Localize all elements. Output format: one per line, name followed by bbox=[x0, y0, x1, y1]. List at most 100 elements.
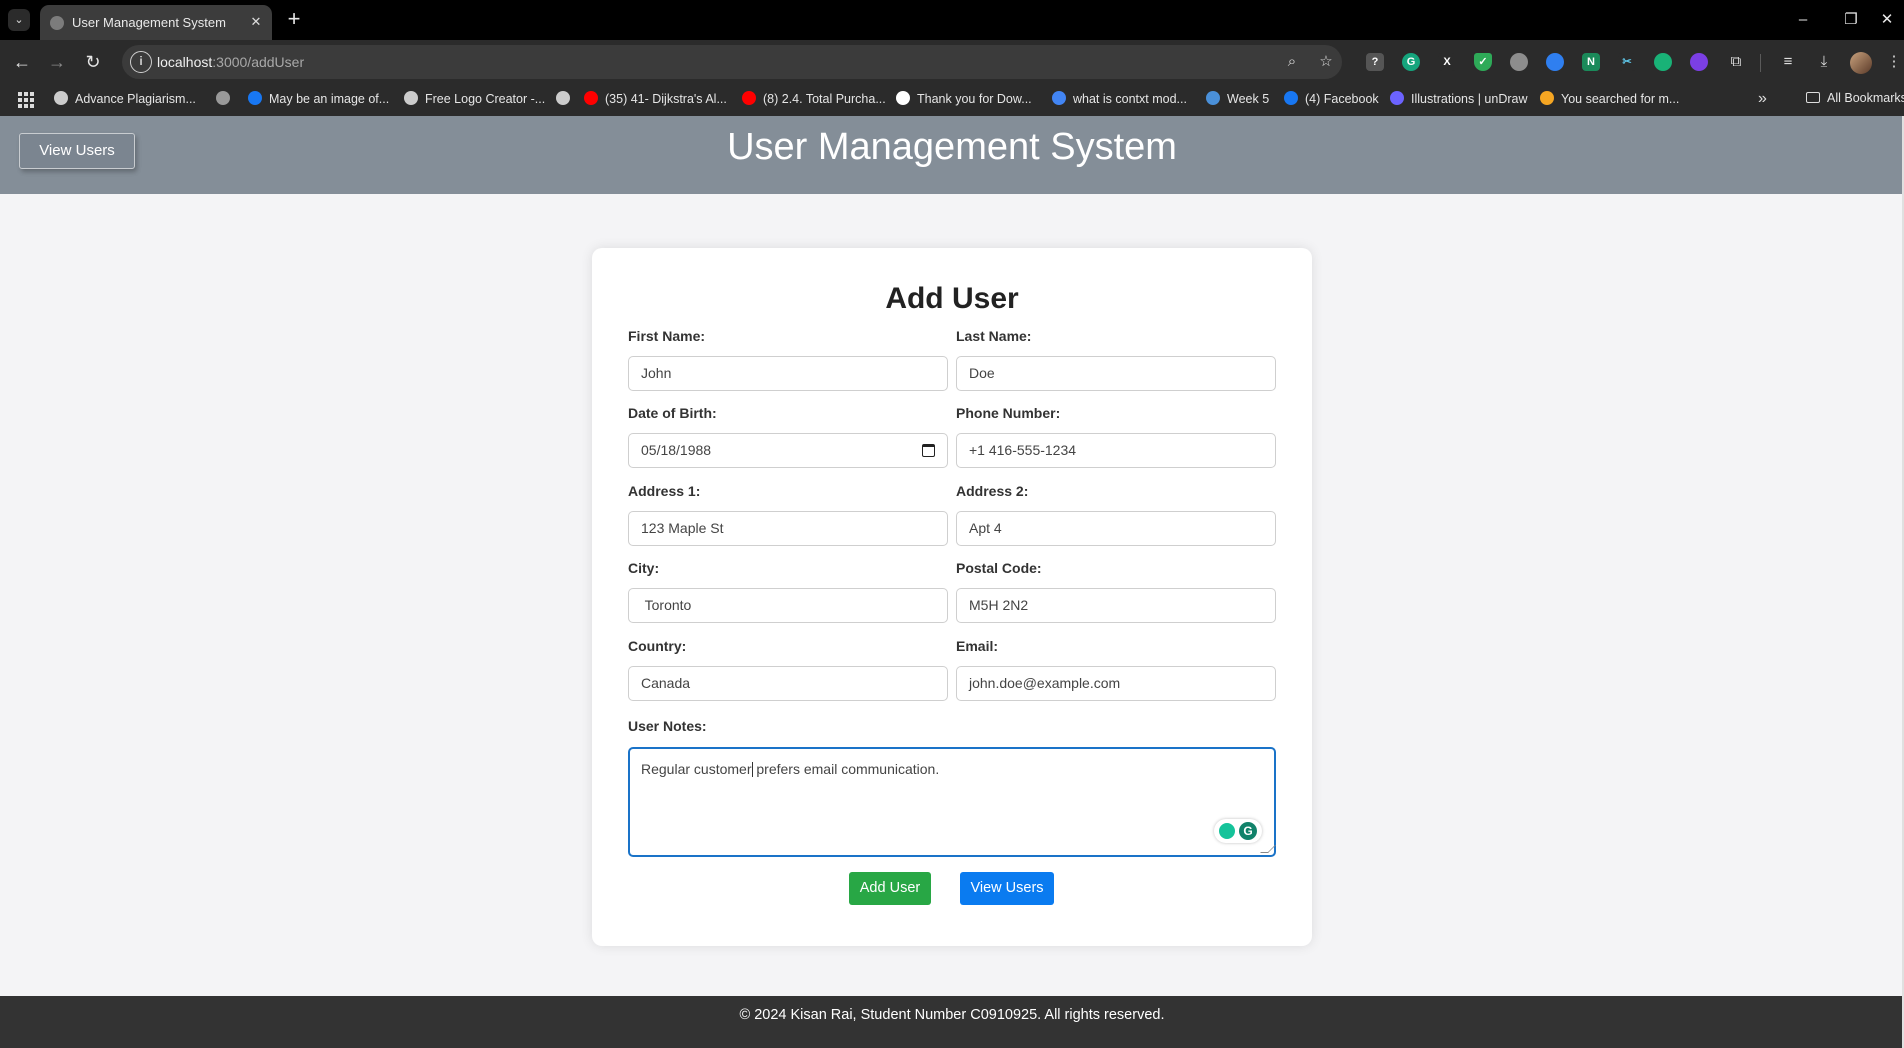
email-input[interactable]: john.doe@example.com bbox=[956, 666, 1276, 701]
extension-help-icon[interactable]: ? bbox=[1366, 53, 1384, 71]
add-user-button[interactable]: Add User bbox=[849, 872, 931, 905]
restore-button[interactable]: ❐ bbox=[1836, 7, 1866, 33]
last-name-group: Last Name: Doe bbox=[956, 328, 1276, 391]
blue-extension-icon[interactable] bbox=[1546, 53, 1564, 71]
lightbulb-icon[interactable] bbox=[1219, 823, 1235, 839]
email-label: Email: bbox=[956, 638, 999, 654]
tab-close-icon[interactable]: ✕ bbox=[246, 12, 266, 32]
notes-textarea[interactable]: Regular customer prefers email communica… bbox=[628, 747, 1276, 857]
postal-label: Postal Code: bbox=[956, 560, 1042, 576]
shield-extension-icon[interactable]: ✓ bbox=[1474, 53, 1492, 71]
more-bookmarks-icon[interactable]: » bbox=[1758, 90, 1767, 108]
bookmark-label: Illustrations | unDraw bbox=[1411, 92, 1528, 106]
last-name-input[interactable]: Doe bbox=[956, 356, 1276, 391]
zoom-icon[interactable]: ⌕ bbox=[1282, 52, 1302, 72]
notes-label: User Notes: bbox=[628, 718, 707, 734]
bookmark-star-icon[interactable]: ☆ bbox=[1316, 52, 1336, 72]
back-arrow-icon[interactable]: ← bbox=[10, 50, 34, 74]
globe-icon bbox=[556, 91, 570, 105]
city-label: City: bbox=[628, 560, 660, 576]
bookmark-label: what is contxt mod... bbox=[1073, 92, 1187, 106]
tab-search-chevron-icon[interactable]: ⌄ bbox=[8, 9, 30, 31]
media-control-icon[interactable]: ≡ bbox=[1778, 52, 1798, 72]
bookmark-label: Advance Plagiarism... bbox=[75, 92, 196, 106]
bookmark-item[interactable]: (4) Facebook bbox=[1284, 91, 1379, 109]
tab-favicon-icon bbox=[50, 16, 64, 30]
bookmark-item[interactable]: what is contxt mod... bbox=[1052, 91, 1187, 109]
all-bookmarks-folder[interactable]: All Bookmarks bbox=[1806, 91, 1904, 105]
bookmark-item[interactable]: Advance Plagiarism... bbox=[54, 91, 196, 109]
bookmark-label: May be an image of... bbox=[269, 92, 390, 106]
bookmark-item[interactable]: Free Logo Creator -... bbox=[404, 91, 545, 109]
purple-extension-icon[interactable] bbox=[1690, 53, 1708, 71]
bookmark-item[interactable] bbox=[556, 91, 577, 109]
resize-handle-icon[interactable] bbox=[1260, 845, 1276, 853]
first-name-input[interactable]: John bbox=[628, 356, 948, 391]
url-text: localhost:3000/addUser bbox=[157, 54, 305, 70]
browser-tab-active[interactable]: User Management System ✕ bbox=[40, 5, 272, 40]
email-group: Email: john.doe@example.com bbox=[956, 638, 1276, 701]
bookmark-item[interactable]: (35) 41- Dijkstra's Al... bbox=[584, 91, 727, 109]
form-title: Add User bbox=[885, 282, 1019, 315]
bookmark-item[interactable]: (8) 2.4. Total Purcha... bbox=[742, 91, 886, 109]
bookmark-item[interactable] bbox=[216, 91, 237, 109]
x-extension-icon[interactable]: X bbox=[1438, 53, 1456, 71]
grammarly-extension-icon[interactable]: G bbox=[1402, 53, 1420, 71]
page-footer: © 2024 Kisan Rai, Student Number C091092… bbox=[0, 996, 1904, 1048]
youtube-icon bbox=[742, 91, 756, 105]
new-tab-button[interactable]: + bbox=[282, 8, 306, 32]
menu-kebab-icon[interactable]: ⋮ bbox=[1884, 52, 1904, 72]
scissors-extension-icon[interactable]: ✂ bbox=[1618, 53, 1636, 71]
browser-toolbar: ← → ↻ i localhost:3000/addUser ⌕ ☆ ? G X… bbox=[0, 40, 1904, 84]
circle-extension-icon[interactable] bbox=[1510, 53, 1528, 71]
add-user-form: Add User First Name: John Last Name: Doe… bbox=[592, 248, 1312, 946]
notes-group: User Notes: Regular customer prefers ema… bbox=[628, 718, 1276, 857]
site-info-icon[interactable]: i bbox=[130, 51, 152, 73]
reload-icon[interactable]: ↻ bbox=[81, 50, 105, 74]
globe-icon bbox=[404, 91, 418, 105]
address2-group: Address 2: Apt 4 bbox=[956, 483, 1276, 546]
address2-label: Address 2: bbox=[956, 483, 1029, 499]
n-extension-icon[interactable]: N bbox=[1582, 53, 1600, 71]
dob-input[interactable]: 05/18/1988 bbox=[628, 433, 948, 468]
profile-avatar[interactable] bbox=[1850, 52, 1872, 74]
folder-icon bbox=[1806, 92, 1820, 103]
address1-group: Address 1: 123 Maple St bbox=[628, 483, 948, 546]
bookmark-label: Free Logo Creator -... bbox=[425, 92, 546, 106]
browser-tab-bar: ⌄ User Management System ✕ + – ❐ ✕ bbox=[0, 0, 1904, 40]
last-name-label: Last Name: bbox=[956, 328, 1032, 344]
address2-input[interactable]: Apt 4 bbox=[956, 511, 1276, 546]
address1-input[interactable]: 123 Maple St bbox=[628, 511, 948, 546]
apps-grid-icon[interactable] bbox=[18, 92, 34, 108]
grammarly-widget[interactable]: G bbox=[1214, 819, 1262, 843]
country-input[interactable]: Canada bbox=[628, 666, 948, 701]
bookmark-item[interactable]: Illustrations | unDraw bbox=[1390, 91, 1528, 109]
google-icon bbox=[1052, 91, 1066, 105]
close-window-button[interactable]: ✕ bbox=[1872, 7, 1902, 33]
phone-input[interactable]: +1 416-555-1234 bbox=[956, 433, 1276, 468]
address-bar[interactable]: i localhost:3000/addUser ⌕ ☆ bbox=[122, 45, 1342, 79]
dob-group: Date of Birth: 05/18/1988 bbox=[628, 405, 948, 468]
youtube-icon bbox=[584, 91, 598, 105]
first-name-label: First Name: bbox=[628, 328, 706, 344]
download-site-icon bbox=[1540, 91, 1554, 105]
city-input[interactable]: Toronto bbox=[628, 588, 948, 623]
view-users-button[interactable]: View Users bbox=[960, 872, 1054, 905]
dob-value: 05/18/1988 bbox=[641, 442, 712, 458]
minimize-button[interactable]: – bbox=[1788, 7, 1818, 33]
bookmark-item[interactable]: Thank you for Dow... bbox=[896, 91, 1032, 109]
bookmark-label: You searched for m... bbox=[1561, 92, 1680, 106]
extensions-puzzle-icon[interactable]: ⧉ bbox=[1726, 52, 1746, 72]
forward-arrow-icon[interactable]: → bbox=[45, 50, 69, 74]
facebook-icon bbox=[248, 91, 262, 105]
grammarly-icon[interactable]: G bbox=[1239, 822, 1257, 840]
calendar-icon[interactable] bbox=[922, 444, 935, 457]
tab-title: User Management System bbox=[72, 15, 226, 30]
bookmark-item[interactable]: You searched for m... bbox=[1540, 91, 1679, 109]
bookmark-item[interactable]: Week 5 bbox=[1206, 91, 1269, 109]
download-icon[interactable]: ⤓ bbox=[1814, 52, 1834, 72]
postal-input[interactable]: M5H 2N2 bbox=[956, 588, 1276, 623]
undraw-icon bbox=[1390, 91, 1404, 105]
bookmark-item[interactable]: May be an image of... bbox=[248, 91, 389, 109]
green-extension-icon[interactable] bbox=[1654, 53, 1672, 71]
